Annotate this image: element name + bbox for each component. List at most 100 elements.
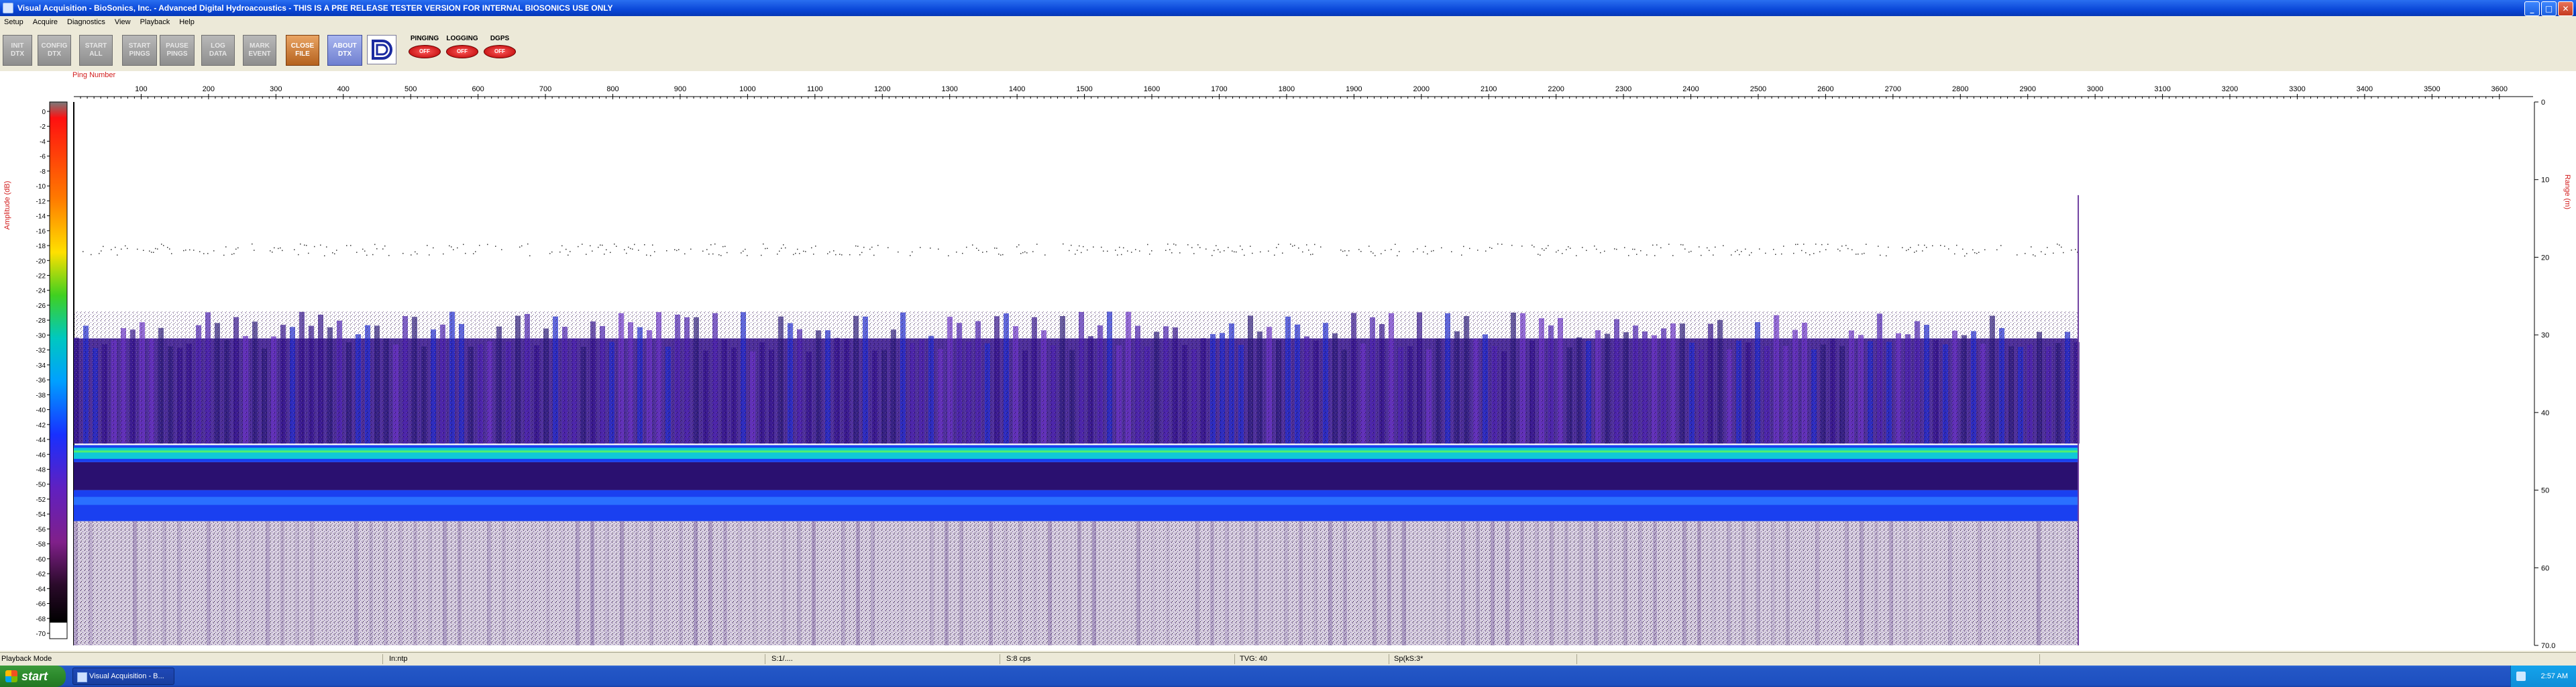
surface-layer-point [1902,247,1903,248]
surface-layer-point [475,251,476,252]
surface-layer-point [449,245,450,247]
taskbar-item-visual-acquisition[interactable]: Visual Acquisition - B... [72,668,174,685]
echogram-chart[interactable]: 100 200 300 400 500 600 700 800 900 1000 1100 1200 1… [0,71,2576,651]
surface-layer-point [411,254,412,256]
surface-layer-point [1805,252,1807,254]
deep-noise-streak [1018,521,1022,645]
deep-noise-streak [1343,521,1347,645]
clock[interactable]: 2:57 AM [2541,672,2568,680]
surface-layer-point [652,244,653,246]
pause-pings-button[interactable]: PAUSE PINGS [160,35,195,66]
surface-layer-point [1576,255,1577,256]
surface-layer-point [1735,251,1736,252]
surface-layer-point [777,253,778,255]
surface-layer-point [2061,246,2062,248]
close-file-button[interactable]: CLOSE FILE [286,35,319,66]
start-all-button[interactable]: START ALL [79,35,113,66]
menu-acquire[interactable]: Acquire [29,18,63,26]
deep-noise-streak [1550,521,1554,645]
surface-layer-point [1542,248,1543,250]
surface-layer-point [1749,254,1750,256]
close-button[interactable]: ✕ [2558,1,2573,16]
menu-view[interactable]: View [111,18,136,26]
amplitude-tick-label: -58 [36,541,46,549]
menu-help[interactable]: Help [175,18,200,26]
surface-layer-point [465,252,466,254]
start-button[interactable]: start [0,666,66,687]
surface-layer-point [1680,244,1682,246]
menu-setup[interactable]: Setup [0,18,29,26]
surface-layer-point [1765,252,1766,254]
deep-noise-streak [74,521,78,645]
surface-layer-point [388,255,390,256]
surface-layer-point [568,254,569,256]
surface-layer-point [1656,244,1658,246]
about-dtx-button[interactable]: ABOUT DTX [327,35,362,66]
surface-layer-point [1962,248,1964,250]
surface-layer-point [2031,246,2032,248]
range-tick-label: 60 [2541,564,2549,572]
surface-layer-point [1022,252,1024,254]
surface-layer-point [332,252,333,254]
surface-layer-point [604,254,605,255]
deep-noise-streak [1668,521,1672,645]
deep-noise-streak [900,521,904,645]
deep-noise-streak [1948,521,1952,645]
app-icon[interactable] [3,3,13,13]
surface-layer-point [1795,244,1796,246]
init-dtx-button[interactable]: INIT DTX [3,35,32,66]
surface-layer-point [207,253,209,254]
surface-layer-point [1815,244,1817,245]
start-pings-button[interactable]: START PINGS [122,35,157,66]
surface-layer-point [1709,250,1710,252]
surface-layer-point [1741,251,1742,252]
deep-noise-streak [398,521,402,645]
surface-layer-point [1433,250,1434,252]
surface-layer-point [779,250,780,252]
deep-noise-streak [1623,521,1627,645]
surface-layer-point [1002,254,1004,256]
surface-layer-point [765,248,766,250]
deep-noise-streak [1609,521,1613,645]
surface-layer-point [598,246,599,248]
config-dtx-button[interactable]: CONFIG DTX [38,35,71,66]
surface-layer-point [294,249,295,250]
menu-diagnostics[interactable]: Diagnostics [63,18,111,26]
deep-noise-streak [2037,521,2041,645]
deep-noise-streak [310,521,314,645]
status-mode: Playback Mode [1,655,52,663]
surface-layer-point [1018,244,1020,246]
maximize-button[interactable]: □ [2541,1,2557,16]
surface-layer-point [308,252,309,254]
surface-layer-point [1886,255,1887,257]
echogram-panel: Ping Number 100 200 300 400 500 600 700 … [0,71,2576,651]
surface-layer-point [727,252,728,254]
surface-layer-point [1242,249,1243,250]
surface-layer-point [1169,249,1171,250]
surface-layer-point [1121,254,1122,256]
amplitude-tick-label: -66 [36,601,46,609]
surface-layer-point [1918,244,1919,246]
surface-layer-point [91,254,92,256]
menu-playback[interactable]: Playback [136,18,176,26]
window-title: Visual Acquisition - BioSonics, Inc. - A… [17,3,613,13]
surface-layer-point [566,248,567,250]
surface-layer-point [1368,246,1370,247]
deep-noise-streak [2022,521,2026,645]
surface-layer-point [1312,254,1313,255]
deep-noise-streak [103,521,107,645]
surface-layer-point [1819,251,1821,253]
deep-noise-streak [885,521,890,645]
surface-layer-point [1841,246,1843,247]
minimize-button[interactable]: _ [2524,1,2540,16]
surface-layer-point [803,250,804,252]
surface-layer-point [167,247,168,248]
surface-layer-point [1688,251,1690,253]
tray-network-icon[interactable] [2516,672,2526,681]
x-tick-label: 2600 [1817,85,1833,93]
amplitude-tick-label: -30 [36,332,46,339]
mark-event-button[interactable]: MARK EVENT [243,35,276,66]
surface-layer-point [745,248,746,250]
surface-layer-point [1984,249,1986,251]
log-data-button[interactable]: LOG DATA [201,35,235,66]
